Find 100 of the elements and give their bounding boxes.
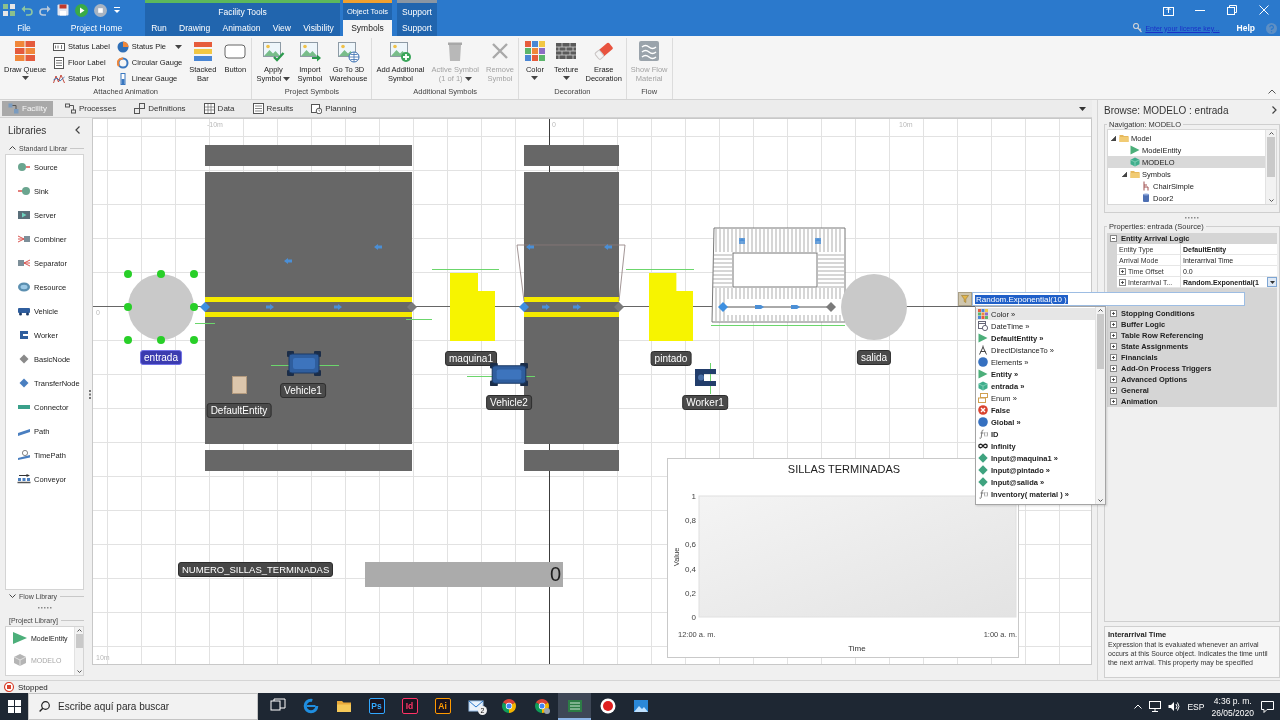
gauge-icon <box>116 56 129 69</box>
ribbon-tab[interactable]: Drawing <box>172 20 217 36</box>
plus-box-icon <box>1110 321 1117 328</box>
panel-title: Libraries <box>8 124 47 136</box>
expression-field[interactable]: Random.Exponential(10 ) <box>972 292 1245 306</box>
filter-icon <box>961 295 969 303</box>
color-grid-icon <box>522 39 547 63</box>
splitter-grip-icon[interactable] <box>1185 216 1199 219</box>
planning-tab[interactable]: Planning <box>305 101 363 116</box>
scroll-thumb[interactable] <box>1267 137 1275 177</box>
function-icon <box>978 429 988 439</box>
axis-tick-label: 0,8 <box>684 516 696 526</box>
plus-box-icon <box>1110 365 1117 372</box>
selection-handle[interactable] <box>157 270 165 278</box>
taskbar-button[interactable]: Ps <box>360 693 393 720</box>
app-icon[interactable] <box>3 4 15 16</box>
flowchart-icon <box>64 103 76 114</box>
status-text: Stopped <box>18 682 48 692</box>
sink-circle <box>841 274 907 340</box>
ribbon-tab[interactable]: Visibility <box>297 20 340 36</box>
color-grid-icon <box>978 309 988 319</box>
processes-tab[interactable]: Processes <box>58 101 123 116</box>
axis-tick-label: 0,6 <box>684 540 696 550</box>
stop-icon[interactable] <box>94 3 107 17</box>
app-tile: Ps <box>368 697 385 714</box>
notification-icon[interactable] <box>1261 700 1274 713</box>
ribbon-tab[interactable]: Symbols <box>343 20 392 36</box>
selection-handle[interactable] <box>124 270 132 278</box>
clock-time[interactable]: 4:36 p. m. <box>1213 695 1252 706</box>
customize-icon[interactable] <box>113 6 121 14</box>
ribbon-tab[interactable]: Run <box>145 20 173 36</box>
triangle-icon <box>12 631 28 645</box>
selection-handle[interactable] <box>124 303 132 311</box>
stacked-boxes-icon <box>978 393 988 403</box>
plus-box-icon <box>1110 310 1117 317</box>
selection-handle[interactable] <box>190 270 198 278</box>
language-indicator[interactable]: ESP <box>1187 701 1205 712</box>
chair-icon <box>1141 181 1151 191</box>
queue-line <box>432 269 499 270</box>
scroll-thumb[interactable] <box>1097 314 1104 369</box>
stop-icon <box>4 682 14 692</box>
data-tab[interactable]: Data <box>197 101 241 116</box>
axis-title: Time <box>848 644 866 653</box>
plus-box-icon[interactable] <box>1119 267 1126 275</box>
selection-handle[interactable] <box>190 303 198 311</box>
calendar-clock-icon <box>311 103 323 114</box>
taskbar-button[interactable]: Id <box>393 693 426 720</box>
play-box-icon <box>17 210 31 220</box>
machine-shape <box>450 273 495 341</box>
split-icon <box>17 258 31 268</box>
undo-icon[interactable] <box>21 4 33 16</box>
volume-icon[interactable] <box>1168 701 1181 712</box>
search-field[interactable]: Escribe aquí para buscar <box>28 693 258 720</box>
taskbar-button[interactable]: Ai <box>426 693 459 720</box>
ribbon-tab[interactable]: Project Home <box>48 20 145 36</box>
selection-handle[interactable] <box>157 336 165 344</box>
ribbon-tab[interactable]: File <box>0 20 48 36</box>
browser-icon <box>302 697 319 714</box>
scrollbar[interactable] <box>1265 130 1276 204</box>
plus-box-icon <box>1110 398 1117 405</box>
chevron-up-icon <box>76 629 82 632</box>
app-tile: Ai <box>434 697 451 714</box>
selection-handle[interactable] <box>124 336 132 344</box>
results-tab[interactable]: Results <box>246 101 300 116</box>
direction-arrow-icon <box>542 304 550 310</box>
play-icon[interactable] <box>75 3 88 17</box>
scroll-thumb[interactable] <box>75 634 83 648</box>
blocks-icon <box>8 103 19 114</box>
save-icon[interactable] <box>57 4 69 16</box>
ribbon-tab[interactable]: Support <box>397 20 437 36</box>
network-icon[interactable] <box>1149 701 1162 712</box>
record-icon <box>599 697 616 714</box>
chevron-up-icon <box>1268 89 1276 94</box>
picture-check-icon <box>261 39 286 63</box>
selection-handle[interactable] <box>190 336 198 344</box>
browser-icon <box>533 697 550 714</box>
collapse-ribbon-button[interactable] <box>1268 89 1276 94</box>
app-window-icon <box>566 697 583 714</box>
status-label: NUMERO_SILLAS_TERMINADAS <box>178 562 334 577</box>
chevron-down-icon <box>9 594 16 598</box>
restore-icon <box>1227 5 1237 15</box>
cube-icon <box>978 381 988 391</box>
ribbon-tab[interactable]: View <box>266 20 298 36</box>
chevron-up-icon[interactable] <box>1134 704 1143 709</box>
plus-box-icon[interactable] <box>1119 278 1126 286</box>
help-menu[interactable]: Help <box>1236 23 1255 33</box>
chevron-left-icon[interactable] <box>75 126 80 134</box>
expanded-arrow-icon <box>1111 135 1116 141</box>
scrollbar[interactable] <box>1095 307 1105 504</box>
redo-icon[interactable] <box>39 4 51 16</box>
calendar-clock-icon <box>978 321 988 331</box>
worker-icon <box>694 368 717 387</box>
scrollbar[interactable] <box>74 627 83 675</box>
chevron-right-icon[interactable] <box>1272 106 1277 114</box>
vehicle-icon <box>490 362 528 387</box>
definitions-tab[interactable]: Definitions <box>128 101 192 116</box>
conveyor-icon <box>17 474 31 484</box>
dropdown-button[interactable] <box>1267 277 1277 287</box>
ribbon-tab[interactable]: Animation <box>216 20 267 36</box>
clock-date[interactable]: 26/05/2020 <box>1211 707 1254 718</box>
